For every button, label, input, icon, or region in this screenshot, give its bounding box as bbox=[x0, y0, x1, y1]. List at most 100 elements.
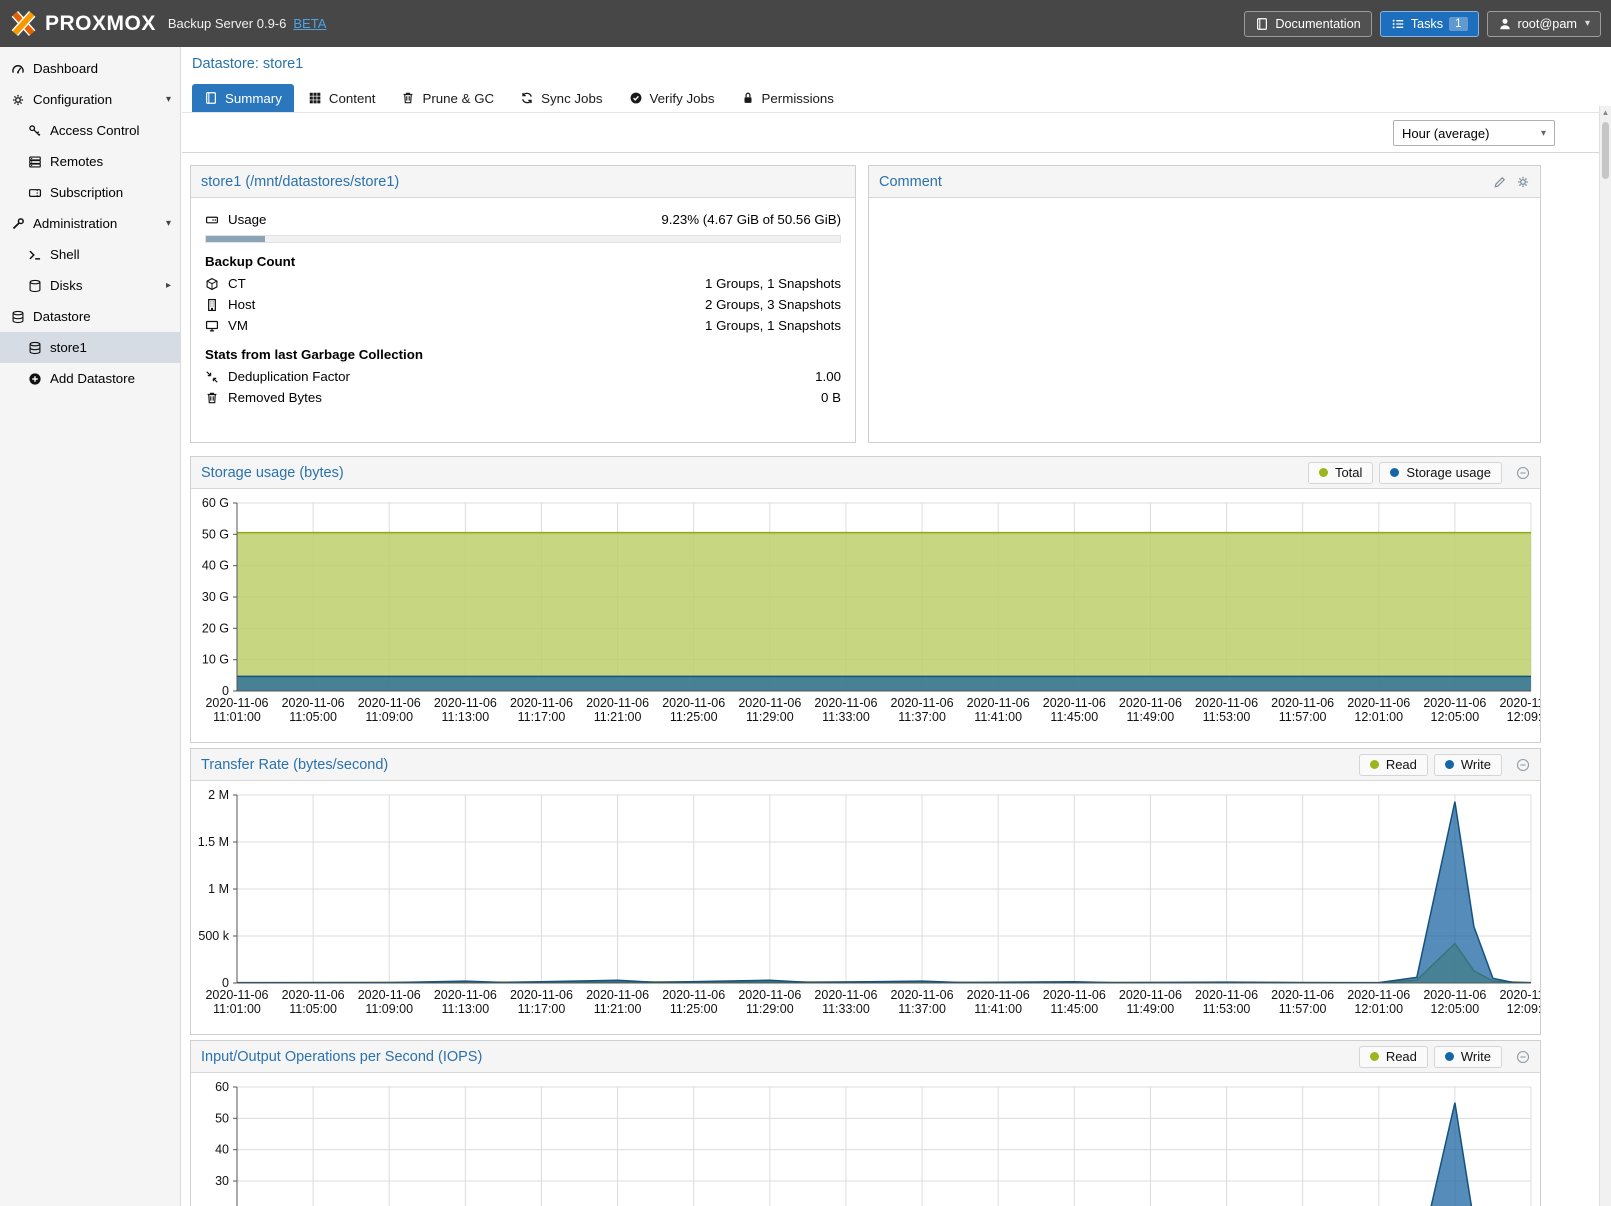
hdd-icon bbox=[205, 213, 219, 227]
legend-label: Total bbox=[1335, 465, 1362, 480]
edit-icon[interactable] bbox=[1493, 175, 1507, 189]
tab-permissions[interactable]: Permissions bbox=[729, 84, 846, 112]
page-title: Datastore: store1 bbox=[192, 56, 303, 72]
collapse-icon[interactable] bbox=[1516, 1050, 1530, 1064]
legend-label: Read bbox=[1386, 1049, 1417, 1064]
beta-link[interactable]: BETA bbox=[293, 16, 326, 31]
svg-text:2020-11-06: 2020-11-06 bbox=[358, 696, 421, 710]
sidebar-item-label: Add Datastore bbox=[50, 371, 135, 386]
sidebar-item-administration[interactable]: Administration ▾ bbox=[0, 208, 180, 239]
chevron-down-icon[interactable]: ▾ bbox=[166, 94, 171, 105]
tab-strip: Summary Content Prune & GC Sync Jobs Ver… bbox=[182, 84, 1611, 113]
svg-text:11:29:00: 11:29:00 bbox=[746, 1002, 794, 1016]
svg-text:2020-11-06: 2020-11-06 bbox=[1499, 988, 1540, 1002]
svg-text:2020-11-06: 2020-11-06 bbox=[282, 988, 345, 1002]
legend-item-write[interactable]: Write bbox=[1434, 754, 1502, 776]
user-menu-button[interactable]: root@pam ▾ bbox=[1487, 11, 1601, 37]
svg-text:2020-11-06: 2020-11-06 bbox=[891, 988, 954, 1002]
svg-text:2020-11-06: 2020-11-06 bbox=[510, 988, 573, 1002]
user-label: root@pam bbox=[1518, 17, 1577, 31]
svg-text:11:01:00: 11:01:00 bbox=[213, 1002, 261, 1016]
collapse-icon[interactable] bbox=[1516, 466, 1530, 480]
removed-bytes-label: Removed Bytes bbox=[228, 390, 322, 405]
usage-value: 9.23% (4.67 GiB of 50.56 GiB) bbox=[661, 212, 841, 227]
tab-summary[interactable]: Summary bbox=[192, 84, 294, 112]
store-summary-panel: store1 (/mnt/datastores/store1) Usage 9.… bbox=[190, 165, 856, 443]
ct-value: 1 Groups, 1 Snapshots bbox=[705, 276, 841, 291]
ct-row: CT 1 Groups, 1 Snapshots bbox=[205, 273, 841, 294]
sidebar-item-remotes[interactable]: Remotes bbox=[0, 146, 180, 177]
svg-text:11:49:00: 11:49:00 bbox=[1127, 710, 1175, 724]
legend-dot-green bbox=[1319, 468, 1328, 477]
dedup-label: Deduplication Factor bbox=[228, 369, 350, 384]
comment-body[interactable] bbox=[869, 198, 1540, 220]
key-icon bbox=[28, 124, 42, 138]
host-row: Host 2 Groups, 3 Snapshots bbox=[205, 294, 841, 315]
legend-item-write[interactable]: Write bbox=[1434, 1046, 1502, 1068]
tab-content[interactable]: Content bbox=[296, 84, 388, 112]
tab-prune-gc[interactable]: Prune & GC bbox=[389, 84, 506, 112]
legend-item-storage-usage[interactable]: Storage usage bbox=[1379, 462, 1502, 484]
ticket-icon bbox=[28, 186, 42, 200]
sidebar-item-shell[interactable]: Shell bbox=[0, 239, 180, 270]
collapse-icon[interactable] bbox=[1516, 758, 1530, 772]
svg-text:11:17:00: 11:17:00 bbox=[518, 710, 566, 724]
sidebar-item-store1[interactable]: store1 bbox=[0, 332, 180, 363]
tasks-button[interactable]: Tasks 1 bbox=[1380, 11, 1479, 37]
svg-text:11:21:00: 11:21:00 bbox=[594, 710, 642, 724]
sync-icon bbox=[520, 91, 534, 105]
sidebar-item-access-control[interactable]: Access Control bbox=[0, 115, 180, 146]
iops-chart-panel: Input/Output Operations per Second (IOPS… bbox=[190, 1040, 1541, 1206]
sidebar-item-label: Subscription bbox=[50, 185, 123, 200]
period-select[interactable]: Hour (average) ▾ bbox=[1393, 120, 1555, 146]
scrollbar-thumb[interactable] bbox=[1602, 122, 1609, 179]
sidebar-item-label: Shell bbox=[50, 247, 80, 262]
svg-text:2020-11-06: 2020-11-06 bbox=[738, 696, 801, 710]
tab-verify-jobs[interactable]: Verify Jobs bbox=[617, 84, 727, 112]
legend-item-total[interactable]: Total bbox=[1308, 462, 1373, 484]
sidebar-item-datastore[interactable]: Datastore bbox=[0, 301, 180, 332]
scroll-area: store1 (/mnt/datastores/store1) Usage 9.… bbox=[182, 154, 1599, 1206]
tab-label: Sync Jobs bbox=[541, 91, 602, 106]
documentation-button[interactable]: Documentation bbox=[1244, 11, 1371, 37]
sidebar: Dashboard Configuration ▾ Access Control… bbox=[0, 47, 181, 1206]
tab-sync-jobs[interactable]: Sync Jobs bbox=[508, 84, 614, 112]
storage-usage-chart-panel: Storage usage (bytes) Total Storage usag… bbox=[190, 456, 1541, 743]
scroll-up-icon[interactable]: ▲ bbox=[1600, 106, 1611, 120]
gear-icon[interactable] bbox=[1516, 175, 1530, 189]
lock-icon bbox=[741, 91, 755, 105]
tasks-label: Tasks bbox=[1411, 17, 1443, 31]
removed-bytes-value: 0 B bbox=[821, 390, 841, 405]
svg-text:2020-11-06: 2020-11-06 bbox=[662, 988, 725, 1002]
svg-text:40 G: 40 G bbox=[202, 559, 229, 573]
chevron-right-icon[interactable]: ▸ bbox=[166, 280, 171, 291]
svg-text:11:41:00: 11:41:00 bbox=[974, 1002, 1022, 1016]
legend-item-read[interactable]: Read bbox=[1359, 1046, 1428, 1068]
sidebar-item-disks[interactable]: Disks ▸ bbox=[0, 270, 180, 301]
svg-text:11:29:00: 11:29:00 bbox=[746, 710, 794, 724]
sidebar-item-subscription[interactable]: Subscription bbox=[0, 177, 180, 208]
svg-text:11:45:00: 11:45:00 bbox=[1050, 710, 1098, 724]
svg-text:12:05:00: 12:05:00 bbox=[1431, 1002, 1480, 1016]
svg-text:11:13:00: 11:13:00 bbox=[441, 710, 489, 724]
legend-item-read[interactable]: Read bbox=[1359, 754, 1428, 776]
tasks-icon bbox=[1391, 17, 1405, 31]
svg-text:10 G: 10 G bbox=[202, 653, 229, 667]
svg-text:2 M: 2 M bbox=[208, 788, 229, 802]
sidebar-item-add-datastore[interactable]: Add Datastore bbox=[0, 363, 180, 394]
svg-text:2020-11-06: 2020-11-06 bbox=[586, 988, 649, 1002]
usage-row: Usage 9.23% (4.67 GiB of 50.56 GiB) bbox=[205, 209, 841, 230]
svg-text:11:37:00: 11:37:00 bbox=[898, 1002, 946, 1016]
sidebar-item-configuration[interactable]: Configuration ▾ bbox=[0, 84, 180, 115]
legend-dot-blue bbox=[1445, 760, 1454, 769]
svg-text:2020-11-06: 2020-11-06 bbox=[1119, 988, 1182, 1002]
add-circle-icon bbox=[28, 372, 42, 386]
vertical-scrollbar[interactable]: ▲ bbox=[1599, 106, 1611, 1206]
sidebar-item-dashboard[interactable]: Dashboard bbox=[0, 53, 180, 84]
legend-dot-green bbox=[1370, 760, 1379, 769]
chevron-down-icon[interactable]: ▾ bbox=[166, 218, 171, 229]
tab-label: Content bbox=[329, 91, 376, 106]
gc-stats-header: Stats from last Garbage Collection bbox=[205, 347, 841, 362]
toolbar: Hour (average) ▾ bbox=[182, 113, 1611, 153]
svg-text:11:33:00: 11:33:00 bbox=[822, 710, 870, 724]
